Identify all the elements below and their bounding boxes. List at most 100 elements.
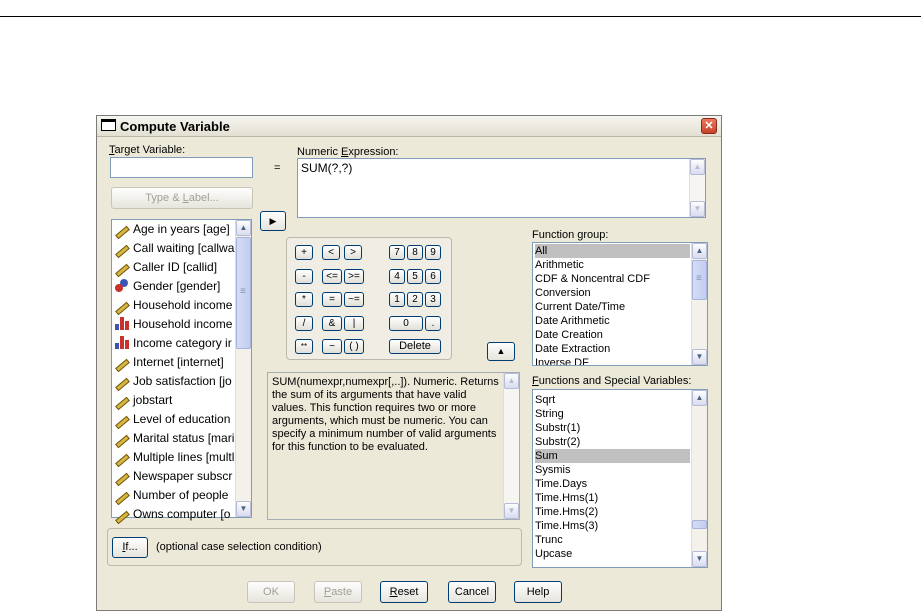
key-equal[interactable]: =	[322, 292, 342, 307]
function-item[interactable]: Upcase	[535, 547, 572, 561]
key-divide[interactable]: /	[295, 316, 313, 331]
key-6[interactable]: 6	[425, 269, 441, 284]
function-group-item[interactable]: Date Creation	[535, 328, 603, 342]
variable-item[interactable]: Job satisfaction [jo	[114, 372, 237, 391]
function-item[interactable]: Sqrt	[535, 393, 555, 407]
arrow-up-icon: ▲	[496, 346, 506, 356]
key-4[interactable]: 4	[389, 269, 405, 284]
variable-item[interactable]: Level of education	[114, 410, 237, 429]
key-8[interactable]: 8	[407, 245, 423, 260]
function-group-scrollbar[interactable]: ▲ ▼	[691, 243, 707, 365]
function-group-list[interactable]: All Arithmetic CDF & Noncentral CDF Conv…	[532, 242, 708, 366]
close-button[interactable]: ✕	[701, 118, 717, 134]
scroll-down-arrow-icon[interactable]: ▼	[692, 551, 707, 567]
function-item[interactable]: Trunc	[535, 533, 563, 547]
key-0[interactable]: 0	[389, 316, 423, 331]
key-7[interactable]: 7	[389, 245, 405, 260]
numeric-expression-input[interactable]: SUM(?,?) ▲ ▼	[297, 158, 706, 218]
function-group-item[interactable]: CDF & Noncentral CDF	[535, 272, 650, 286]
ok-button[interactable]: OK	[247, 581, 295, 603]
move-to-expression-button[interactable]: ▶	[260, 211, 286, 231]
scroll-thumb[interactable]	[692, 260, 707, 300]
key-3[interactable]: 3	[425, 292, 441, 307]
key-greater-equal[interactable]: >=	[344, 269, 364, 284]
ordinal-bars-icon	[114, 317, 130, 331]
function-item[interactable]: Time.Days	[535, 477, 587, 491]
function-group-item[interactable]: Arithmetic	[535, 258, 584, 272]
key-2[interactable]: 2	[407, 292, 423, 307]
variable-item[interactable]: Household income	[114, 315, 237, 334]
key-greater-than[interactable]: >	[344, 245, 362, 260]
variable-item[interactable]: Household income	[114, 296, 237, 315]
key-not[interactable]: ~	[322, 339, 342, 354]
variable-item[interactable]: Income category ir	[114, 334, 237, 353]
key-and[interactable]: &	[322, 316, 342, 331]
scroll-down-arrow-icon[interactable]: ▼	[692, 349, 707, 365]
key-power[interactable]: **	[295, 339, 313, 354]
help-button[interactable]: Help	[514, 581, 562, 603]
type-and-label-button[interactable]: Type & Label...	[111, 187, 253, 209]
scroll-thumb[interactable]	[692, 520, 707, 529]
reset-button[interactable]: Reset	[380, 581, 428, 603]
function-group-item[interactable]: Current Date/Time	[535, 300, 625, 314]
variable-item[interactable]: Number of people	[114, 486, 237, 505]
scroll-up-arrow-icon[interactable]: ▲	[690, 159, 705, 175]
variable-item[interactable]: Gender [gender]	[114, 277, 237, 296]
key-1[interactable]: 1	[389, 292, 405, 307]
key-decimal[interactable]: .	[425, 316, 441, 331]
variable-item[interactable]: Newspaper subscr	[114, 467, 237, 486]
function-group-item[interactable]: Date Extraction	[535, 342, 610, 356]
function-item[interactable]: Time.Hms(1)	[535, 491, 598, 505]
expression-scrollbar[interactable]: ▲ ▼	[689, 159, 705, 217]
functions-list[interactable]: Sqrt String Substr(1) Substr(2) Sum Sysm…	[532, 389, 708, 568]
variable-item[interactable]: Marital status [mari	[114, 429, 237, 448]
key-minus[interactable]: -	[295, 269, 313, 284]
cancel-button[interactable]: Cancel	[448, 581, 496, 603]
functions-scrollbar[interactable]: ▲ ▼	[691, 390, 707, 567]
key-multiply[interactable]: *	[295, 292, 313, 307]
scroll-down-arrow-icon[interactable]: ▼	[504, 503, 519, 519]
scroll-up-arrow-icon[interactable]: ▲	[692, 243, 707, 259]
scroll-thumb[interactable]	[236, 237, 251, 349]
key-not-equal[interactable]: ~=	[344, 292, 364, 307]
key-parentheses[interactable]: ( )	[344, 339, 364, 354]
scroll-up-arrow-icon[interactable]: ▲	[692, 390, 707, 406]
function-item[interactable]: Substr(2)	[535, 435, 580, 449]
title-bar[interactable]: Compute Variable ✕	[97, 116, 721, 137]
variable-item[interactable]: Call waiting [callwa	[114, 239, 237, 258]
variable-item[interactable]: Owns computer [o	[114, 505, 237, 524]
function-group-item[interactable]: Conversion	[535, 286, 591, 300]
variable-item[interactable]: Caller ID [callid]	[114, 258, 237, 277]
key-less-equal[interactable]: <=	[322, 269, 342, 284]
function-item[interactable]: Time.Hms(3)	[535, 519, 598, 533]
function-item[interactable]: String	[535, 407, 564, 421]
paste-button[interactable]: Paste	[314, 581, 362, 603]
if-button[interactable]: If...	[112, 537, 148, 558]
variable-item[interactable]: Multiple lines [multl	[114, 448, 237, 467]
key-plus[interactable]: +	[295, 245, 313, 260]
function-item[interactable]: Sysmis	[535, 463, 570, 477]
scroll-down-arrow-icon[interactable]: ▼	[236, 501, 251, 517]
variable-item[interactable]: Internet [internet]	[114, 353, 237, 372]
function-item[interactable]: Substr(1)	[535, 421, 580, 435]
delete-button[interactable]: Delete	[389, 339, 441, 354]
key-or[interactable]: |	[344, 316, 364, 331]
key-9[interactable]: 9	[425, 245, 441, 260]
scroll-down-arrow-icon[interactable]: ▼	[690, 201, 705, 217]
key-5[interactable]: 5	[407, 269, 423, 284]
scroll-up-arrow-icon[interactable]: ▲	[236, 220, 251, 236]
function-group-item[interactable]: All	[535, 244, 690, 258]
function-item[interactable]: Time.Hms(2)	[535, 505, 598, 519]
function-group-item[interactable]: Date Arithmetic	[535, 314, 610, 328]
target-variable-input[interactable]	[110, 157, 253, 178]
variable-list[interactable]: Age in years [age] Call waiting [callwa …	[111, 219, 252, 524]
function-group-item[interactable]: Inverse DF	[535, 356, 589, 365]
scroll-up-arrow-icon[interactable]: ▲	[504, 373, 519, 389]
variable-list-scrollbar[interactable]: ▲ ▼	[235, 220, 251, 517]
variable-item[interactable]: Age in years [age]	[114, 220, 237, 239]
variable-item[interactable]: jobstart	[114, 391, 237, 410]
insert-function-button[interactable]: ▲	[487, 342, 515, 361]
key-less-than[interactable]: <	[322, 245, 340, 260]
description-scrollbar[interactable]: ▲ ▼	[503, 373, 519, 519]
function-item[interactable]: Sum	[535, 449, 690, 463]
